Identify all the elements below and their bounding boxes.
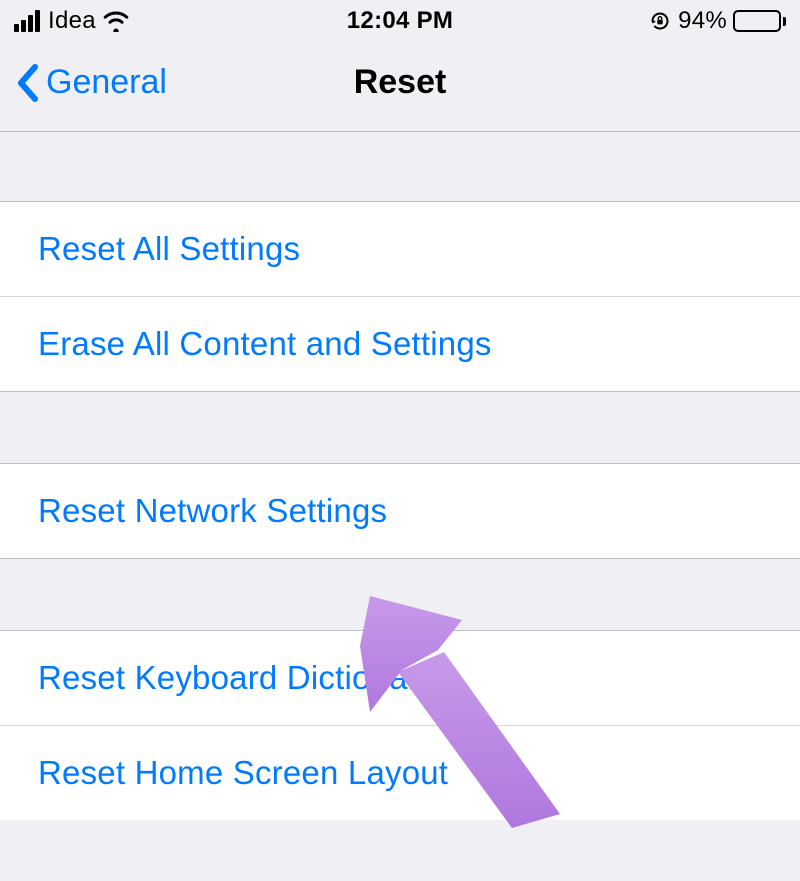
nav-header: General Reset <box>0 42 800 132</box>
reset-keyboard-dictionary-item[interactable]: Reset Keyboard Dictionary <box>0 631 800 726</box>
list-item-label: Reset Home Screen Layout <box>38 754 448 791</box>
cellular-signal-icon <box>14 10 40 32</box>
section-spacer <box>0 392 800 464</box>
reset-group-2: Reset Network Settings <box>0 464 800 559</box>
list-item-label: Reset Network Settings <box>38 492 387 529</box>
list-item-label: Erase All Content and Settings <box>38 325 492 362</box>
carrier-label: Idea <box>48 7 96 35</box>
reset-all-settings-item[interactable]: Reset All Settings <box>0 202 800 297</box>
reset-group-3: Reset Keyboard Dictionary Reset Home Scr… <box>0 631 800 820</box>
erase-all-content-item[interactable]: Erase All Content and Settings <box>0 297 800 392</box>
battery-percent: 94% <box>678 7 727 35</box>
status-time: 12:04 PM <box>347 7 453 35</box>
wifi-icon <box>102 10 130 32</box>
status-bar: Idea 12:04 PM 94% <box>0 0 800 42</box>
reset-group-1: Reset All Settings Erase All Content and… <box>0 202 800 392</box>
reset-network-settings-item[interactable]: Reset Network Settings <box>0 464 800 559</box>
orientation-lock-icon <box>648 9 672 33</box>
back-button[interactable]: General <box>16 63 167 103</box>
reset-home-screen-layout-item[interactable]: Reset Home Screen Layout <box>0 726 800 820</box>
status-right: 94% <box>648 7 786 35</box>
back-label: General <box>46 63 167 102</box>
page-title: Reset <box>354 63 447 102</box>
section-spacer <box>0 132 800 202</box>
chevron-left-icon <box>16 63 40 103</box>
list-item-label: Reset Keyboard Dictionary <box>38 659 436 696</box>
list-item-label: Reset All Settings <box>38 230 300 267</box>
battery-icon <box>733 10 786 32</box>
status-left: Idea <box>14 7 130 35</box>
section-spacer <box>0 559 800 631</box>
